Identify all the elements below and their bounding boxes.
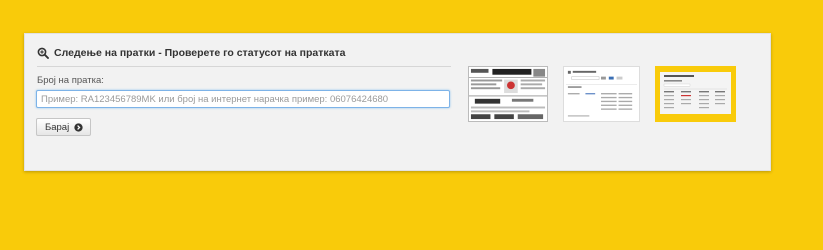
tracking-result-thumbnail[interactable] [563, 66, 640, 122]
tracking-panel: Следење на пратки - Проверете го статусо… [24, 33, 771, 171]
shipping-label-image [469, 67, 547, 121]
tracking-number-label: Број на пратка: [37, 75, 104, 86]
tracking-table-image [655, 66, 736, 122]
search-button[interactable]: Барај [36, 118, 92, 136]
tracking-table-thumbnail[interactable] [655, 66, 736, 122]
label-sample-thumbnail[interactable] [468, 66, 548, 122]
tracking-result-image [564, 67, 639, 121]
zoom-in-icon [37, 47, 49, 59]
tracking-number-input[interactable] [36, 90, 450, 108]
circle-chevron-right-icon [74, 122, 83, 132]
search-button-label: Барај [45, 121, 70, 133]
panel-header: Следење на пратки - Проверете го статусо… [37, 46, 451, 67]
page-title: Следење на пратки - Проверете го статусо… [54, 47, 346, 59]
